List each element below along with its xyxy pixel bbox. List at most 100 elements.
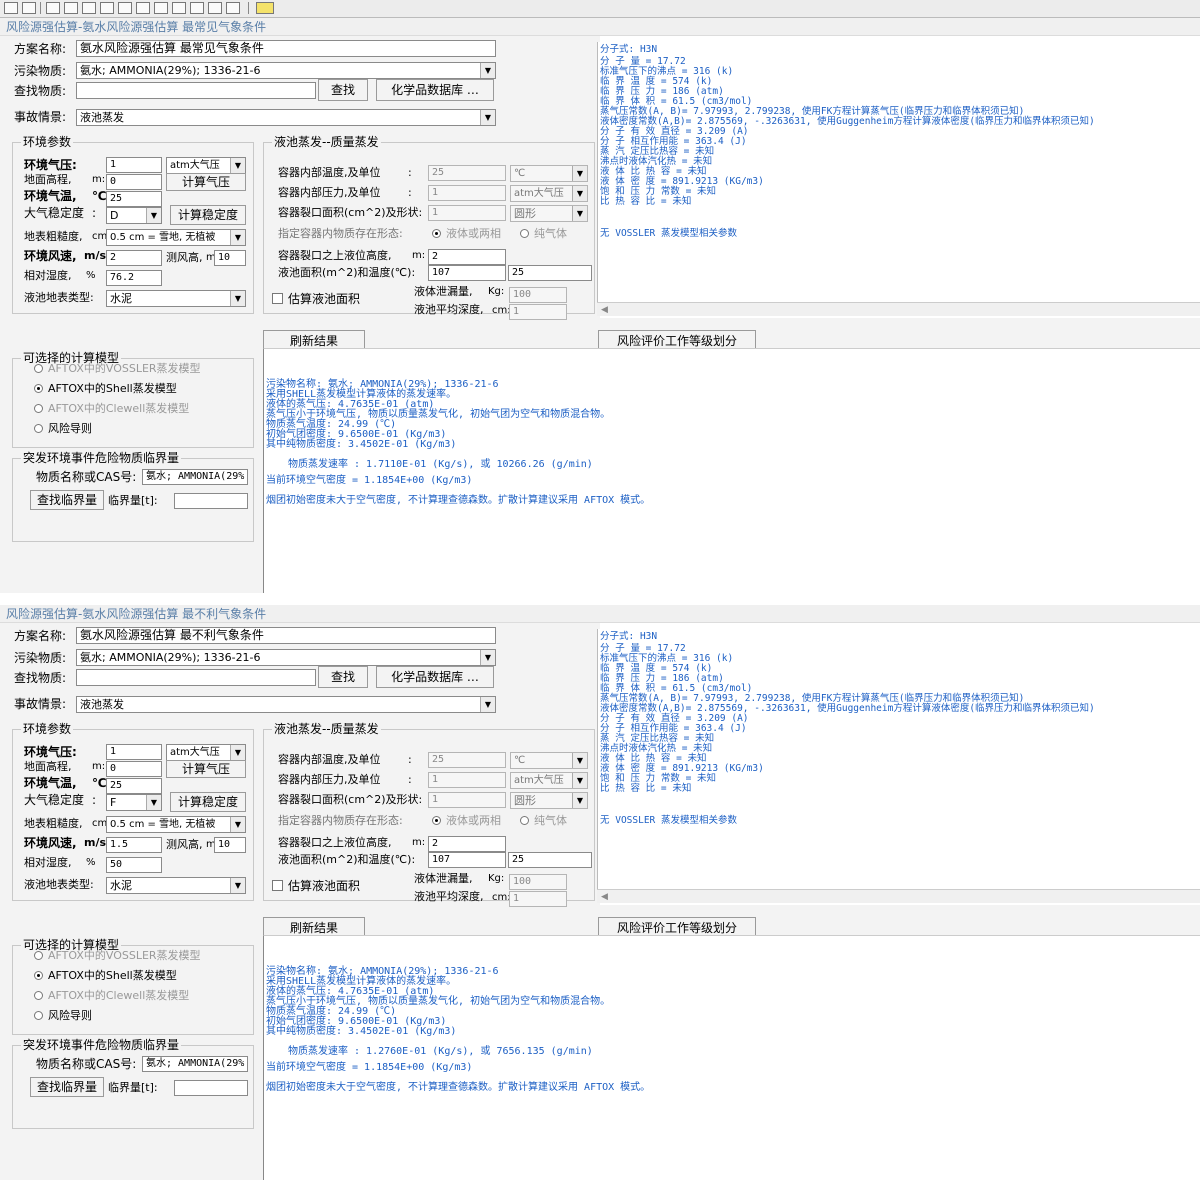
- accident-select[interactable]: 液池蒸发 ▼: [76, 109, 496, 126]
- chevron-down-icon[interactable]: ▼: [230, 158, 245, 173]
- chevron-down-icon[interactable]: ▼: [572, 773, 587, 788]
- chevron-down-icon[interactable]: ▼: [480, 63, 495, 78]
- chevron-down-icon[interactable]: ▼: [572, 166, 587, 181]
- state-liquid-radio[interactable]: 液体或两相: [432, 814, 501, 828]
- calc-pressure-button[interactable]: 计算气压: [166, 760, 246, 778]
- toolbar-icon[interactable]: [82, 2, 96, 14]
- ground-type-select[interactable]: 水泥 ▼: [106, 290, 246, 307]
- humidity-input[interactable]: 76.2: [106, 270, 162, 286]
- substance-name-input[interactable]: 氨水; AMMONIA(29%: [142, 469, 248, 485]
- container-temp-input[interactable]: 25: [428, 165, 506, 181]
- scheme-name-input[interactable]: 氨水风险源强估算 最不利气象条件: [76, 627, 496, 644]
- toolbar-icon[interactable]: [4, 2, 18, 14]
- chevron-down-icon[interactable]: ▼: [480, 110, 495, 125]
- accident-select[interactable]: 液池蒸发 ▼: [76, 696, 496, 713]
- scheme-name-input[interactable]: 氨水风险源强估算 最常见气象条件: [76, 40, 496, 57]
- model-vossler-radio[interactable]: AFTOX中的VOSSLER蒸发模型: [34, 362, 201, 376]
- model-clewell-radio[interactable]: AFTOX中的Clewell蒸发模型: [34, 402, 189, 416]
- wind-speed-input[interactable]: 1.5: [106, 837, 162, 853]
- breach-shape-select[interactable]: 圆形 ▼: [510, 205, 588, 222]
- estimate-pool-checkbox[interactable]: [272, 293, 283, 304]
- chevron-down-icon[interactable]: ▼: [230, 817, 245, 832]
- estimate-pool-checkbox[interactable]: [272, 880, 283, 891]
- scroll-left-icon[interactable]: ◀: [601, 303, 608, 317]
- folder-icon[interactable]: [256, 2, 274, 14]
- scroll-left-icon[interactable]: ◀: [601, 890, 608, 904]
- model-shell-radio[interactable]: AFTOX中的Shell蒸发模型: [34, 969, 177, 983]
- toolbar-icon[interactable]: [64, 2, 78, 14]
- pressure-input[interactable]: 1: [106, 157, 162, 173]
- pollutant-select[interactable]: 氨水; AMMONIA(29%); 1336-21-6 ▼: [76, 649, 496, 666]
- chevron-down-icon[interactable]: ▼: [146, 795, 161, 810]
- threshold-qty-input[interactable]: [174, 493, 248, 509]
- model-guideline-radio[interactable]: 风险导则: [34, 1009, 92, 1023]
- results-box[interactable]: 污染物名称: 氨水; AMMONIA(29%); 1336-21-6 采用SHE…: [263, 348, 1200, 593]
- breach-area-input[interactable]: 1: [428, 792, 506, 808]
- find-threshold-button[interactable]: 查找临界量: [30, 1077, 104, 1097]
- state-liquid-radio[interactable]: 液体或两相: [432, 227, 501, 241]
- chevron-down-icon[interactable]: ▼: [146, 208, 161, 223]
- calc-pressure-button[interactable]: 计算气压: [166, 173, 246, 191]
- model-guideline-radio[interactable]: 风险导则: [34, 422, 92, 436]
- substance-name-input[interactable]: 氨水; AMMONIA(29%: [142, 1056, 248, 1072]
- toolbar-icon[interactable]: [136, 2, 150, 14]
- stability-select[interactable]: F ▼: [106, 794, 162, 811]
- chevron-down-icon[interactable]: ▼: [480, 697, 495, 712]
- elevation-input[interactable]: 0: [106, 761, 162, 777]
- container-temp-unit-select[interactable]: ℃ ▼: [510, 165, 588, 182]
- toolbar-icon[interactable]: [190, 2, 204, 14]
- toolbar-icon[interactable]: [22, 2, 36, 14]
- pressure-input[interactable]: 1: [106, 744, 162, 760]
- model-vossler-radio[interactable]: AFTOX中的VOSSLER蒸发模型: [34, 949, 201, 963]
- info-horizontal-scrollbar[interactable]: ◀: [597, 302, 1200, 316]
- wind-speed-input[interactable]: 2: [106, 250, 162, 266]
- pool-depth-input[interactable]: 1: [509, 304, 567, 320]
- container-temp-input[interactable]: 25: [428, 752, 506, 768]
- pool-area-input[interactable]: 107: [428, 265, 506, 281]
- stability-select[interactable]: D ▼: [106, 207, 162, 224]
- toolbar-icon[interactable]: [208, 2, 222, 14]
- container-pressure-unit-select[interactable]: atm大气压 ▼: [510, 772, 588, 789]
- find-button[interactable]: 查找: [318, 666, 368, 688]
- liquid-height-input[interactable]: 2: [428, 249, 506, 265]
- chevron-down-icon[interactable]: ▼: [230, 745, 245, 760]
- pressure-unit-select[interactable]: atm大气压 ▼: [166, 744, 246, 761]
- chevron-down-icon[interactable]: ▼: [572, 793, 587, 808]
- leak-amount-input[interactable]: 100: [509, 874, 567, 890]
- roughness-select[interactable]: 0.5 cm = 雪地, 无植被 ▼: [106, 229, 246, 246]
- chevron-down-icon[interactable]: ▼: [572, 753, 587, 768]
- liquid-height-input[interactable]: 2: [428, 836, 506, 852]
- toolbar-icon[interactable]: [118, 2, 132, 14]
- model-shell-radio[interactable]: AFTOX中的Shell蒸发模型: [34, 382, 177, 396]
- toolbar-icon[interactable]: [154, 2, 168, 14]
- humidity-input[interactable]: 50: [106, 857, 162, 873]
- elevation-input[interactable]: 0: [106, 174, 162, 190]
- pollutant-select[interactable]: 氨水; AMMONIA(29%); 1336-21-6 ▼: [76, 62, 496, 79]
- toolbar-icon[interactable]: [172, 2, 186, 14]
- container-pressure-unit-select[interactable]: atm大气压 ▼: [510, 185, 588, 202]
- toolbar-icon[interactable]: [226, 2, 240, 14]
- pressure-unit-select[interactable]: atm大气压 ▼: [166, 157, 246, 174]
- threshold-qty-input[interactable]: [174, 1080, 248, 1096]
- substance-info-box[interactable]: 分子式: H3N 分 子 量 = 17.72 标准气压下的沸点 = 316 (k) 临…: [597, 629, 1200, 901]
- roughness-select[interactable]: 0.5 cm = 雪地, 无植被 ▼: [106, 816, 246, 833]
- chevron-down-icon[interactable]: ▼: [230, 878, 245, 893]
- chevron-down-icon[interactable]: ▼: [572, 206, 587, 221]
- chemical-database-button[interactable]: 化学品数据库 …: [376, 79, 494, 101]
- results-box[interactable]: 污染物名称: 氨水; AMMONIA(29%); 1336-21-6 采用SHE…: [263, 935, 1200, 1180]
- model-clewell-radio[interactable]: AFTOX中的Clewell蒸发模型: [34, 989, 189, 1003]
- state-gas-radio[interactable]: 纯气体: [520, 227, 567, 241]
- chevron-down-icon[interactable]: ▼: [230, 291, 245, 306]
- leak-amount-input[interactable]: 100: [509, 287, 567, 303]
- calc-stability-button[interactable]: 计算稳定度: [170, 205, 246, 225]
- air-temp-input[interactable]: 25: [106, 191, 162, 207]
- wind-height-input[interactable]: 10: [214, 837, 246, 853]
- air-temp-input[interactable]: 25: [106, 778, 162, 794]
- find-button[interactable]: 查找: [318, 79, 368, 101]
- breach-shape-select[interactable]: 圆形 ▼: [510, 792, 588, 809]
- container-pressure-input[interactable]: 1: [428, 185, 506, 201]
- container-pressure-input[interactable]: 1: [428, 772, 506, 788]
- toolbar-icon[interactable]: [100, 2, 114, 14]
- lookup-input[interactable]: [76, 669, 316, 686]
- chemical-database-button[interactable]: 化学品数据库 …: [376, 666, 494, 688]
